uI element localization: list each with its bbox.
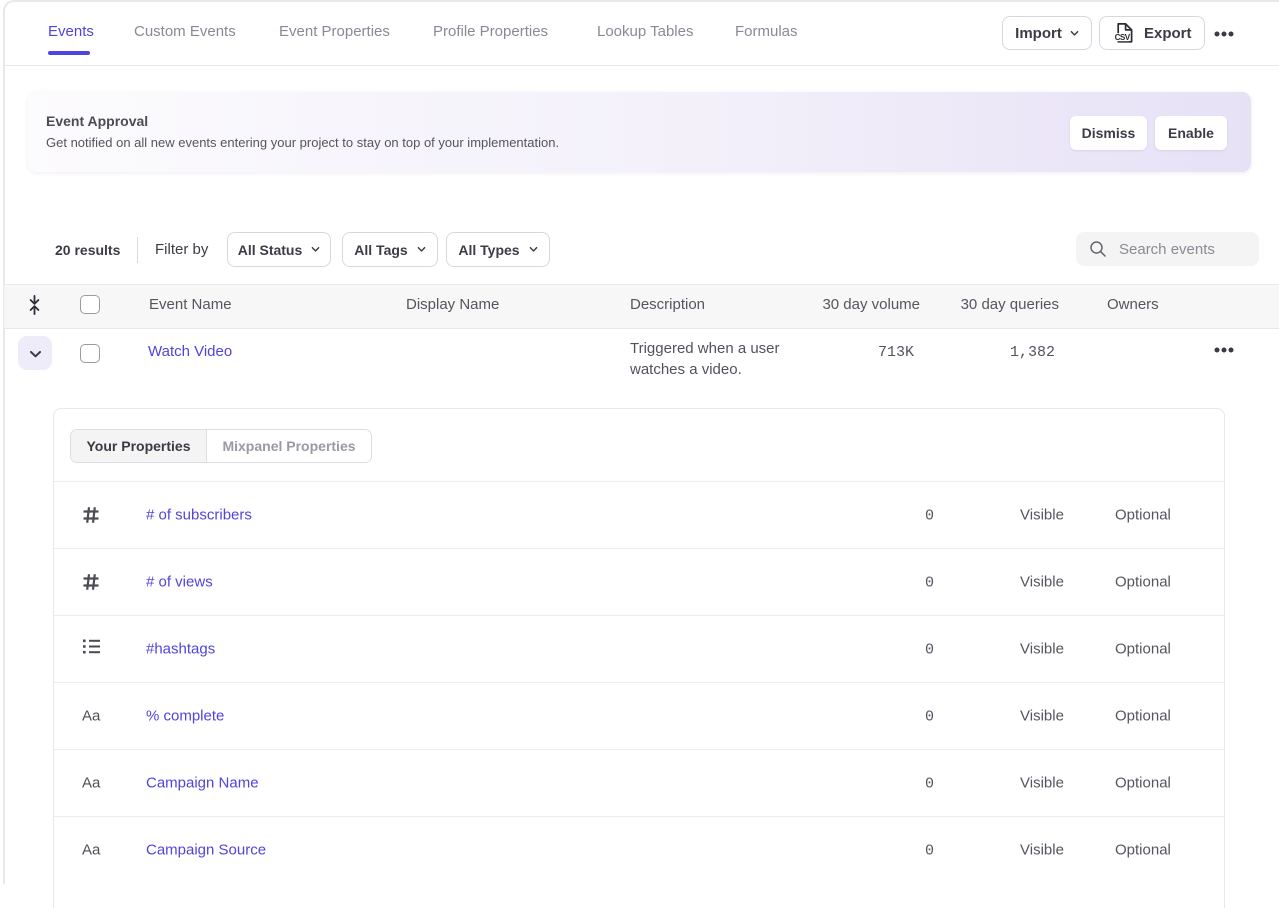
svg-text:CSV: CSV [1115,33,1131,42]
